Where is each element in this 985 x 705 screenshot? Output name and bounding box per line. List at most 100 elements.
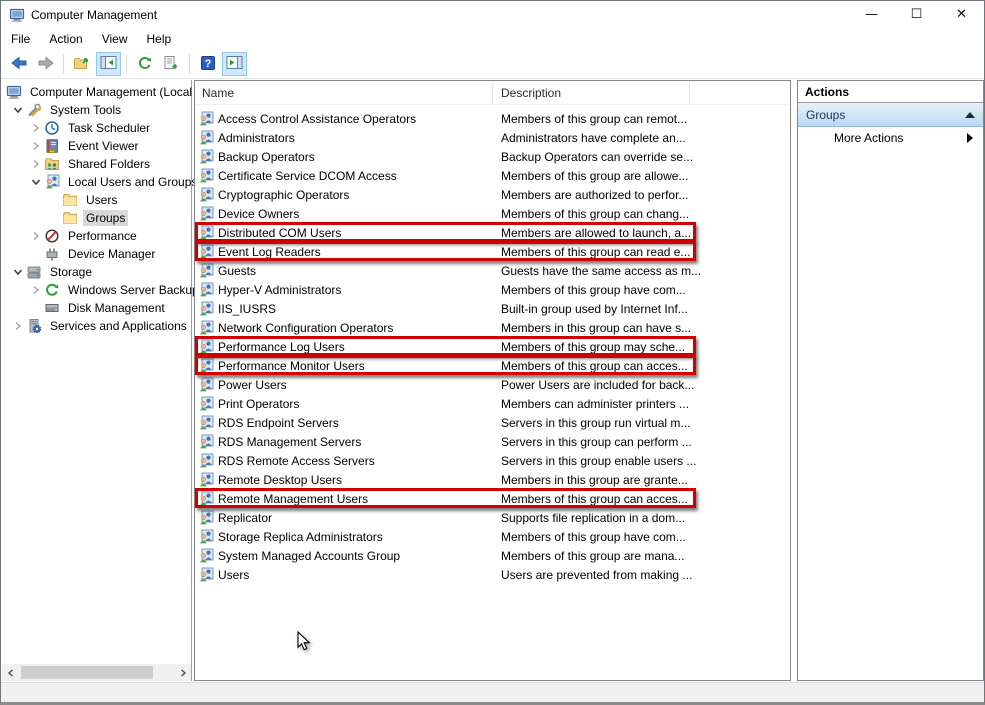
minimize-button[interactable]: — xyxy=(849,1,894,28)
tree-item-performance[interactable]: Performance xyxy=(2,227,191,245)
tree-item-services-and-applications[interactable]: Services and Applications xyxy=(2,317,191,335)
chevron-down-icon[interactable] xyxy=(29,175,44,189)
tree-item-groups[interactable]: Groups xyxy=(2,209,191,227)
group-row-power-users[interactable]: Power UsersPower Users are included for … xyxy=(195,375,790,394)
more-actions-item[interactable]: More Actions xyxy=(798,127,983,149)
menu-view[interactable]: View xyxy=(93,29,137,49)
group-row-system-managed-accounts-group[interactable]: System Managed Accounts GroupMembers of … xyxy=(195,546,790,565)
group-row-distributed-com-users[interactable]: Distributed COM UsersMembers are allowed… xyxy=(195,223,790,242)
group-row-backup-operators[interactable]: Backup OperatorsBackup Operators can ove… xyxy=(195,147,790,166)
group-name: Storage Replica Administrators xyxy=(218,530,383,544)
group-description: Members can administer printers ... xyxy=(493,397,783,411)
chevron-right-icon[interactable] xyxy=(11,319,26,333)
tree-item-windows-server-backup[interactable]: Windows Server Backup xyxy=(2,281,191,299)
column-header-description[interactable]: Description xyxy=(493,83,690,103)
group-row-rds-endpoint-servers[interactable]: RDS Endpoint Servers Servers in this grou… xyxy=(195,413,790,432)
forward-arrow-button[interactable] xyxy=(33,52,58,76)
column-header-name[interactable]: Name xyxy=(195,83,493,103)
menu-help[interactable]: Help xyxy=(138,29,181,49)
export-list-button[interactable] xyxy=(159,52,184,76)
collapse-section-icon[interactable] xyxy=(965,112,975,118)
group-name-cell: Network Configuration Operators xyxy=(195,320,493,336)
group-row-replicator[interactable]: ReplicatorSupports file replication in a… xyxy=(195,508,790,527)
group-row-certificate-service-dcom-access[interactable]: Certificate Service DCOM AccessMembers o… xyxy=(195,166,790,185)
help-button[interactable]: ? xyxy=(195,52,220,76)
title-bar: Computer Management — ☐ ✕ xyxy=(1,1,984,28)
chevron-down-icon[interactable] xyxy=(11,103,26,117)
group-row-performance-log-users[interactable]: Performance Log UsersMembers of this gro… xyxy=(195,337,790,356)
group-row-guests[interactable]: GuestsGuests have the same access as m..… xyxy=(195,261,790,280)
menu-action[interactable]: Action xyxy=(40,29,91,49)
tree-item-label: Windows Server Backup xyxy=(65,282,202,298)
scrollbar-left-arrow-icon[interactable] xyxy=(2,664,19,681)
chevron-right-icon[interactable] xyxy=(29,157,44,171)
group-row-iis-iusrs[interactable]: IIS_IUSRSBuilt-in group used by Internet… xyxy=(195,299,790,318)
group-name: Access Control Assistance Operators xyxy=(218,112,416,126)
group-row-print-operators[interactable]: Print OperatorsMembers can administer pr… xyxy=(195,394,790,413)
tree-item-shared-folders[interactable]: Shared Folders xyxy=(2,155,191,173)
tree-item-task-scheduler[interactable]: Task Scheduler xyxy=(2,119,191,137)
submenu-arrow-icon xyxy=(967,133,973,143)
chevron-right-icon[interactable] xyxy=(29,121,44,135)
back-arrow-button[interactable] xyxy=(6,52,31,76)
group-row-access-control-assistance-operators[interactable]: Access Control Assistance OperatorsMembe… xyxy=(195,109,790,128)
group-row-users[interactable]: UsersUsers are prevented from making ... xyxy=(195,565,790,584)
up-folder-icon xyxy=(73,55,90,74)
window-title: Computer Management xyxy=(31,8,157,22)
group-row-cryptographic-operators[interactable]: Cryptographic OperatorsMembers are autho… xyxy=(195,185,790,204)
up-folder-button[interactable] xyxy=(69,52,94,76)
group-description: Members of this group have com... xyxy=(493,530,783,544)
group-row-event-log-readers[interactable]: Event Log ReadersMembers of this group c… xyxy=(195,242,790,261)
chevron-right-icon[interactable] xyxy=(29,139,44,153)
tree-item-computer-management-local[interactable]: Computer Management (Local xyxy=(2,83,191,101)
device-manager-icon xyxy=(44,246,60,262)
tree-item-label: Shared Folders xyxy=(65,156,153,172)
tree-item-storage[interactable]: Storage xyxy=(2,263,191,281)
group-name-cell: IIS_IUSRS xyxy=(195,301,493,317)
actions-group-header[interactable]: Groups xyxy=(798,103,983,127)
group-row-administrators[interactable]: AdministratorsAdministrators have comple… xyxy=(195,128,790,147)
group-row-device-owners[interactable]: Device OwnersMembers of this group can c… xyxy=(195,204,790,223)
chevron-right-icon[interactable] xyxy=(29,229,44,243)
group-row-remote-desktop-users[interactable]: Remote Desktop UsersMembers in this grou… xyxy=(195,470,790,489)
show-action-pane-button[interactable] xyxy=(222,52,247,76)
group-row-rds-management-servers[interactable]: RDS Management ServersServers in this gr… xyxy=(195,432,790,451)
group-description: Members of this group can acces... xyxy=(493,359,783,373)
group-row-hyper-v-administrators[interactable]: Hyper-V AdministratorsMembers of this gr… xyxy=(195,280,790,299)
group-icon xyxy=(198,510,214,526)
group-icon xyxy=(198,130,214,146)
tree-item-device-manager[interactable]: Device Manager xyxy=(2,245,191,263)
show-console-tree-button[interactable] xyxy=(96,52,121,76)
tree-item-event-viewer[interactable]: Event Viewer xyxy=(2,137,191,155)
group-row-performance-monitor-users[interactable]: Performance Monitor Users Members of this… xyxy=(195,356,790,375)
group-name: Performance Monitor Users xyxy=(218,359,365,373)
chevron-right-icon[interactable] xyxy=(29,283,44,297)
group-row-rds-remote-access-servers[interactable]: RDS Remote Access ServersServers in this… xyxy=(195,451,790,470)
group-description: Users are prevented from making ... xyxy=(493,568,783,582)
group-description: Members of this group may sche... xyxy=(493,340,783,354)
group-icon xyxy=(198,491,214,507)
tree-item-disk-management[interactable]: Disk Management xyxy=(2,299,191,317)
group-name-cell: RDS Remote Access Servers xyxy=(195,453,493,469)
group-name: RDS Endpoint Servers xyxy=(218,416,339,430)
group-row-remote-management-users[interactable]: Remote Management UsersMembers of this g… xyxy=(195,489,790,508)
group-name: Distributed COM Users xyxy=(218,226,341,240)
refresh-button[interactable] xyxy=(132,52,157,76)
help-icon: ? xyxy=(200,55,216,74)
scrollbar-thumb[interactable] xyxy=(21,666,153,679)
scrollbar-right-arrow-icon[interactable] xyxy=(174,664,191,681)
group-description: Servers in this group run virtual m... xyxy=(493,416,783,430)
close-button[interactable]: ✕ xyxy=(939,1,984,28)
group-description: Power Users are included for back... xyxy=(493,378,783,392)
menu-file[interactable]: File xyxy=(2,29,39,49)
tree-item-system-tools[interactable]: System Tools xyxy=(2,101,191,119)
group-row-storage-replica-administrators[interactable]: Storage Replica Administrators Members of… xyxy=(195,527,790,546)
tree-item-users[interactable]: Users xyxy=(2,191,191,209)
tree-item-local-users-and-groups[interactable]: Local Users and Groups xyxy=(2,173,191,191)
group-icon xyxy=(198,396,214,412)
maximize-button[interactable]: ☐ xyxy=(894,1,939,28)
group-row-network-configuration-operators[interactable]: Network Configuration OperatorsMembers i… xyxy=(195,318,790,337)
chevron-down-icon[interactable] xyxy=(11,265,26,279)
group-icon xyxy=(198,225,214,241)
tree-horizontal-scrollbar[interactable] xyxy=(2,664,191,681)
